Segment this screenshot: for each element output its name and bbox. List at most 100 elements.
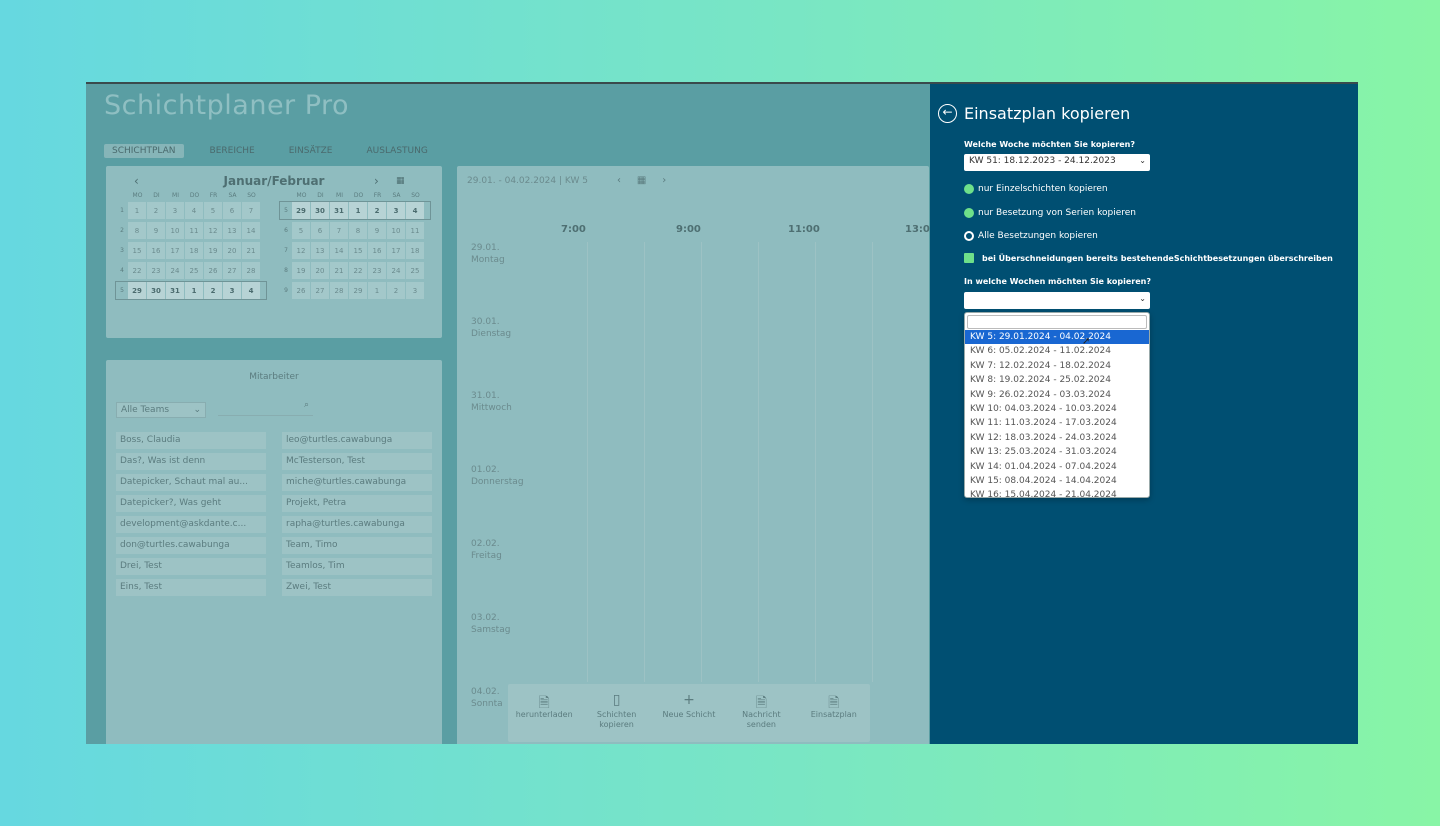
tab-auslastung[interactable]: AUSLASTUNG — [358, 144, 435, 158]
tab-einsaetze[interactable]: EINSÄTZE — [281, 144, 341, 158]
employee-item[interactable]: development@askdante.c... — [116, 516, 266, 533]
calendar-day[interactable]: 9 — [368, 222, 386, 239]
calendar-day[interactable]: 10 — [387, 222, 405, 239]
employee-item[interactable]: leo@turtles.cawabunga — [282, 432, 432, 449]
employee-item[interactable]: Das?, Was ist denn — [116, 453, 266, 470]
overwrite-checkbox-row[interactable]: bei Überschneidungen bereits bestehendeS… — [964, 253, 1333, 263]
dropdown-option[interactable]: KW 6: 05.02.2024 - 11.02.2024 — [965, 344, 1149, 358]
option-single-shifts[interactable]: nur Einzelschichten kopieren — [964, 184, 1108, 194]
employee-item[interactable]: Eins, Test — [116, 579, 266, 596]
employee-item[interactable]: miche@turtles.cawabunga — [282, 474, 432, 491]
calendar-day[interactable]: 23 — [368, 262, 386, 279]
calendar-day[interactable]: 2 — [147, 202, 165, 219]
back-arrow-icon[interactable]: ← — [938, 104, 957, 123]
dropdown-option[interactable]: KW 15: 08.04.2024 - 14.04.2024 — [965, 474, 1149, 488]
source-week-select[interactable]: KW 51: 18.12.2023 - 24.12.2023 ⌄ — [964, 154, 1150, 171]
calendar-day[interactable]: 3 — [406, 282, 424, 299]
employee-search-input[interactable] — [218, 402, 313, 416]
calendar-day[interactable]: 19 — [204, 242, 222, 259]
option-series-staffing[interactable]: nur Besetzung von Serien kopieren — [964, 208, 1136, 218]
calendar-day[interactable]: 4 — [242, 282, 260, 299]
calendar-day[interactable]: 26 — [292, 282, 310, 299]
calendar-week-row[interactable]: 5 29 30 31 1 2 3 4 — [279, 201, 431, 220]
calendar-day[interactable]: 12 — [292, 242, 310, 259]
toolbar-button[interactable]: 🗎 herunterladen — [511, 692, 577, 742]
calendar-day[interactable]: 24 — [166, 262, 184, 279]
dropdown-option[interactable]: KW 11: 11.03.2024 - 17.03.2024 — [965, 416, 1149, 430]
calendar-day[interactable]: 28 — [330, 282, 348, 299]
calendar-day[interactable]: 1 — [185, 282, 203, 299]
calendar-day[interactable]: 25 — [406, 262, 424, 279]
calendar-day[interactable]: 16 — [368, 242, 386, 259]
calendar-day[interactable]: 27 — [311, 282, 329, 299]
option-all-staffing[interactable]: Alle Besetzungen kopieren — [964, 231, 1098, 241]
calendar-day[interactable]: 28 — [242, 262, 260, 279]
target-week-select[interactable]: ⌄ — [964, 292, 1150, 309]
radio-selected-icon[interactable] — [964, 231, 974, 241]
calendar-day[interactable]: 18 — [406, 242, 424, 259]
calendar-week-row[interactable]: 2 8 9 10 11 12 13 14 — [116, 222, 266, 239]
calendar-day[interactable]: 3 — [166, 202, 184, 219]
calendar-week-row[interactable]: 5 29 30 31 1 2 3 4 — [115, 281, 267, 300]
employee-item[interactable]: Datepicker, Schaut mal au... — [116, 474, 266, 491]
dropdown-option[interactable]: KW 13: 25.03.2024 - 31.03.2024 — [965, 445, 1149, 459]
dropdown-option[interactable]: KW 7: 12.02.2024 - 18.02.2024 — [965, 359, 1149, 373]
calendar-week-row[interactable]: 9 26 27 28 29 1 2 3 — [280, 282, 430, 299]
dropdown-option[interactable]: KW 12: 18.03.2024 - 24.03.2024 — [965, 431, 1149, 445]
calendar-day[interactable]: 7 — [242, 202, 260, 219]
dropdown-option[interactable]: KW 9: 26.02.2024 - 03.03.2024 — [965, 388, 1149, 402]
toolbar-button[interactable]: 🗎 Einsatzplan — [801, 692, 867, 742]
calendar-day[interactable]: 25 — [185, 262, 203, 279]
calendar-day[interactable]: 1 — [368, 282, 386, 299]
calendar-day[interactable]: 21 — [242, 242, 260, 259]
calendar-week-row[interactable]: 11234567 — [116, 202, 266, 219]
calendar-day[interactable]: 15 — [128, 242, 146, 259]
calendar-day[interactable]: 21 — [330, 262, 348, 279]
calendar-icon[interactable]: ▦ — [396, 176, 405, 186]
week-prev-button[interactable]: ‹ — [617, 175, 621, 186]
calendar-day[interactable]: 20 — [223, 242, 241, 259]
calendar-day[interactable]: 17 — [166, 242, 184, 259]
calendar-day[interactable]: 18 — [185, 242, 203, 259]
calendar-day[interactable]: 4 — [406, 202, 424, 219]
calendar-day[interactable]: 2 — [368, 202, 386, 219]
dropdown-option[interactable]: KW 5: 29.01.2024 - 04.02.2024 — [965, 330, 1149, 345]
tab-schichtplan[interactable]: SCHICHTPLAN — [104, 144, 184, 158]
checkbox-icon[interactable] — [964, 253, 974, 263]
calendar-day[interactable]: 8 — [128, 222, 146, 239]
calendar-day[interactable]: 12 — [204, 222, 222, 239]
calendar-day[interactable]: 16 — [147, 242, 165, 259]
calendar-week-row[interactable]: 6 5 6 7 8 9 10 11 — [280, 222, 430, 239]
calendar-day[interactable]: 17 — [387, 242, 405, 259]
dropdown-option[interactable]: KW 16: 15.04.2024 - 21.04.2024 — [965, 488, 1149, 502]
calendar-day[interactable]: 11 — [406, 222, 424, 239]
calendar-day[interactable]: 1 — [349, 202, 367, 219]
employee-item[interactable]: Datepicker?, Was geht — [116, 495, 266, 512]
calendar-day[interactable]: 19 — [292, 262, 310, 279]
dropdown-option[interactable]: KW 8: 19.02.2024 - 25.02.2024 — [965, 373, 1149, 387]
calendar-week-row[interactable]: 3 15 16 17 18 19 20 21 — [116, 242, 266, 259]
calendar-day[interactable]: 1 — [128, 202, 146, 219]
calendar-day[interactable]: 29 — [349, 282, 367, 299]
calendar-day[interactable]: 30 — [311, 202, 329, 219]
dropdown-option[interactable]: KW 14: 01.04.2024 - 07.04.2024 — [965, 460, 1149, 474]
calendar-day[interactable]: 30 — [147, 282, 165, 299]
calendar-day[interactable]: 15 — [349, 242, 367, 259]
calendar-day[interactable]: 29 — [128, 282, 146, 299]
calendar-day[interactable]: 11 — [185, 222, 203, 239]
calendar-day[interactable]: 31 — [166, 282, 184, 299]
calendar-day[interactable]: 2 — [387, 282, 405, 299]
calendar-day[interactable]: 14 — [242, 222, 260, 239]
calendar-day[interactable]: 6 — [223, 202, 241, 219]
team-filter-select[interactable]: Alle Teams ⌄ — [116, 402, 206, 418]
employee-item[interactable]: Team, Timo — [282, 537, 432, 554]
calendar-day[interactable]: 13 — [223, 222, 241, 239]
calendar-day[interactable]: 4 — [185, 202, 203, 219]
toolbar-button[interactable]: 🗎 Nachricht senden — [728, 692, 794, 742]
radio-icon[interactable] — [964, 208, 974, 218]
calendar-day[interactable]: 7 — [330, 222, 348, 239]
dropdown-filter-input[interactable] — [967, 315, 1147, 329]
employee-item[interactable]: Zwei, Test — [282, 579, 432, 596]
employee-item[interactable]: don@turtles.cawabunga — [116, 537, 266, 554]
calendar-week-row[interactable]: 8 19 20 21 22 23 24 25 — [280, 262, 430, 279]
